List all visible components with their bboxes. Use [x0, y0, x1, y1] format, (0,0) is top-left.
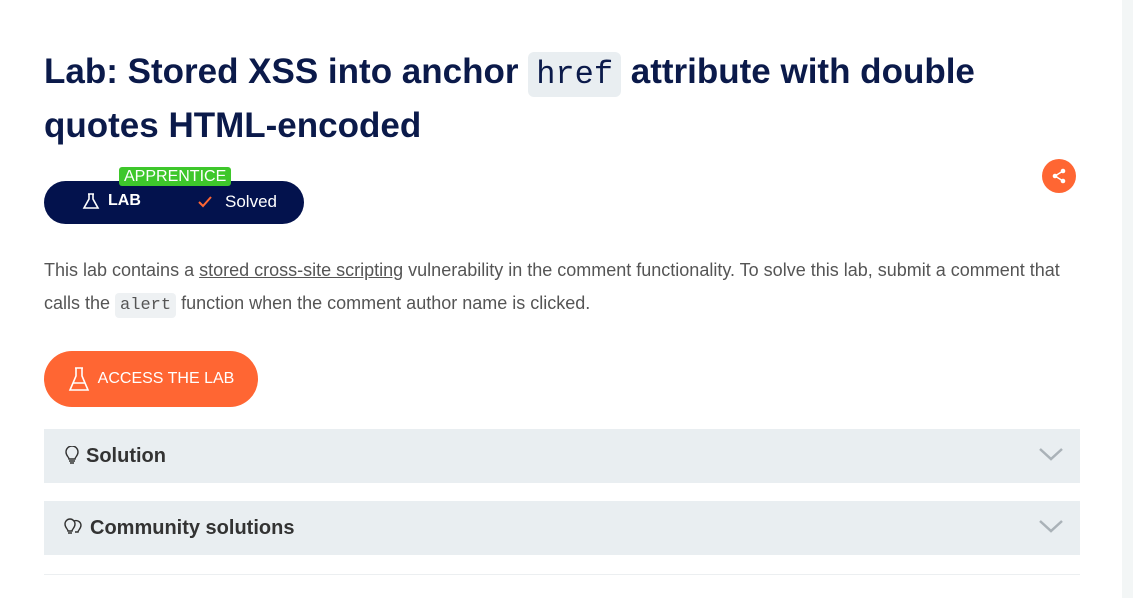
page-title: Lab: Stored XSS into anchor href attribu… [44, 46, 1044, 151]
desc-text: This lab contains a [44, 260, 200, 280]
level-badge: APPRENTICE [119, 167, 232, 186]
share-button[interactable] [1042, 159, 1076, 193]
lightbulbs-icon [64, 518, 84, 538]
lightbulb-icon [64, 446, 80, 466]
chevron-down-icon [1039, 448, 1063, 461]
lab-label: LAB [82, 192, 141, 210]
solved-status: Solved [197, 192, 277, 212]
solved-text: Solved [225, 192, 277, 211]
scrollbar[interactable] [1122, 0, 1133, 598]
title-text: Lab: Stored XSS into anchor [44, 52, 529, 91]
page: Lab: Stored XSS into anchor href attribu… [0, 0, 1122, 598]
check-icon [198, 196, 212, 208]
stored-xss-link[interactable]: stored cross-site scripting [199, 260, 403, 280]
flask-icon [68, 367, 89, 391]
solution-accordion[interactable]: Solution [44, 429, 1080, 483]
community-solutions-accordion[interactable]: Community solutions [44, 501, 1080, 555]
access-lab-button[interactable]: ACCESS THE LAB [44, 351, 258, 407]
desc-text: function when the comment author name is… [176, 293, 591, 313]
title-code: href [528, 52, 622, 97]
chevron-down-icon [1039, 520, 1063, 533]
divider [44, 574, 1080, 575]
accordion-label: Solution [86, 444, 166, 467]
alert-code: alert [115, 293, 177, 318]
flask-icon [82, 193, 100, 209]
lab-text: LAB [108, 192, 141, 209]
accordion-label: Community solutions [90, 516, 295, 539]
lab-description: This lab contains a stored cross-site sc… [44, 254, 1084, 322]
access-lab-label: ACCESS THE LAB [97, 370, 235, 387]
lab-status-badge: LAB Solved [44, 181, 304, 224]
share-icon [1052, 168, 1066, 184]
